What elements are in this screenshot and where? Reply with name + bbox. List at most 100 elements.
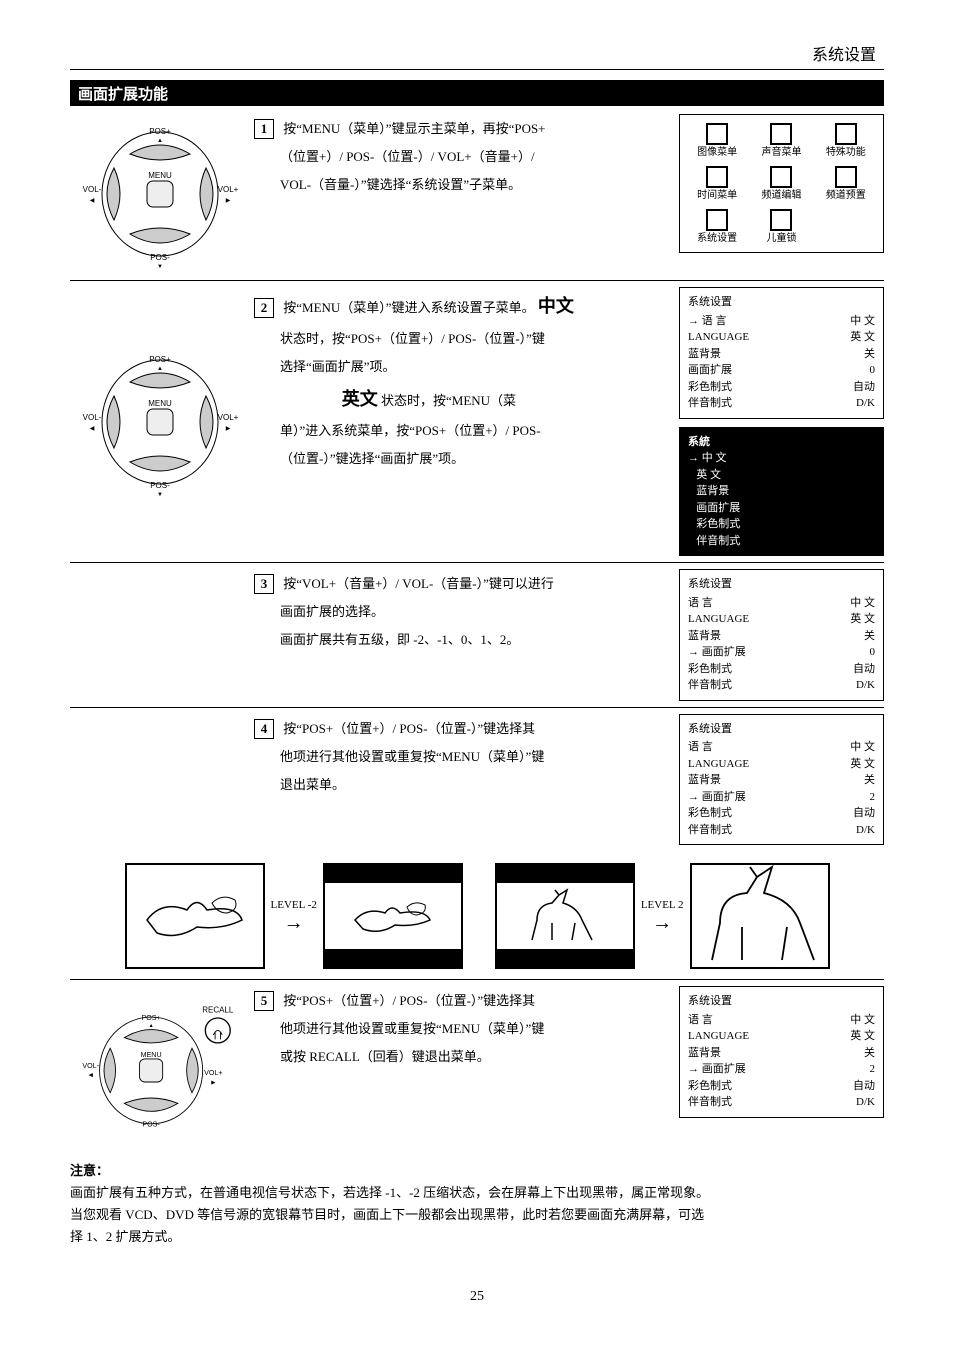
svg-text:POS+: POS+ [149,355,171,364]
svg-text:VOL+: VOL+ [204,1069,222,1077]
menu-item: 特殊功能 [819,123,873,158]
menu-item-label: 图像菜单 [697,147,737,158]
osd-row-r: 英 文 [850,756,875,773]
step1-line2: （位置+）/ POS-（位置-）/ VOL+（音量+）/ [254,146,669,168]
osd-item: 画面扩展 [696,502,740,514]
osd-row-l: 彩色制式 [688,379,732,396]
osd-title: 系统设置 [688,993,875,1010]
svg-text:▲: ▲ [157,366,163,372]
arrow-right-icon: → [284,913,304,933]
recall-label: RECALL [202,1006,234,1015]
step4-line2: 他项进行其他设置或重复按“MENU（菜单）”键 [254,746,669,768]
svg-text:▲: ▲ [157,138,163,144]
level-minus2-label: LEVEL -2 [271,899,317,911]
system-submenu-osd: 系統 → 中 文 英 文 蓝背景 画面扩展 彩色制式 伴音制式 [679,427,884,557]
note-block: 注意： 画面扩展有五种方式，在普通电视信号状态下，若选择 -1、-2 压缩状态，… [70,1160,884,1248]
osd-item: 彩色制式 [696,518,740,530]
osd-row-l: 彩色制式 [688,661,732,678]
osd-row-r: 关 [864,346,875,363]
arrow-right-icon: → [652,913,672,933]
osd-row-l: 蓝背景 [688,772,721,789]
english-label: 英文 [342,389,378,409]
osd-row-l: LANGUAGE [688,329,749,346]
svg-text:VOL-: VOL- [83,413,102,422]
osd-row-r: D/K [856,1094,875,1111]
osd-item: 伴音制式 [696,535,740,547]
step-number: 3 [254,574,274,594]
step1-line3: VOL-（音量-）”键选择“系统设置”子菜单。 [254,174,669,196]
osd-row-l: → 画面扩展 [688,1061,746,1078]
step-number: 5 [254,991,274,1011]
menu-item: 图像菜单 [690,123,744,158]
osd-row-r: 中 文 [850,595,875,612]
osd-row-l: 彩色制式 [688,805,732,822]
svg-text:◀: ◀ [90,426,95,432]
header-title: 系统设置 [812,41,876,65]
pos-plus-label: POS+ [149,127,171,136]
tv-frame-zoomed [690,863,830,969]
step-5-row: POS+ ▲ POS- VOL- ◀ VOL+ ▶ MENU RECALL 5 … [70,979,884,1146]
osd-row-r: 英 文 [850,329,875,346]
system-settings-osd: 系统设置 → 语 言中 文 LANGUAGE英 文 蓝背景关 画面扩展0 彩色制… [679,287,884,419]
note-line3: 择 1、2 扩展方式。 [70,1226,884,1248]
step2-line2: 状态时，按“POS+（位置+）/ POS-（位置-）”键 [254,328,669,350]
level-plus2-label: LEVEL 2 [641,899,684,911]
osd-row-r: 2 [870,789,876,806]
page-header: 系统设置 [70,40,884,70]
osd-row-l: LANGUAGE [688,756,749,773]
osd-row-l: → 画面扩展 [688,789,746,806]
svg-text:▼: ▼ [157,492,163,498]
svg-text:▲: ▲ [148,1023,153,1029]
osd-row-l: → 语 言 [688,313,727,330]
menu-item-label: 时间菜单 [697,190,737,201]
step5-line1: 按“POS+（位置+）/ POS-（位置-）”键选择其 [283,993,535,1008]
system-settings-osd: 系统设置 语 言中 文 LANGUAGE英 文 蓝背景关 → 画面扩展0 彩色制… [679,569,884,701]
menu-item: 频道编辑 [754,166,808,201]
menu-item-label: 频道编辑 [761,190,801,201]
chinese-label: 中文 [538,296,574,316]
zoom-arrow: LEVEL 2 → [641,899,684,933]
tv-frame-letterbox [323,863,463,969]
note-title: 注意： [70,1163,109,1178]
zoom-arrow: LEVEL -2 → [271,899,317,933]
section-title-bar: 画面扩展功能 [70,80,884,106]
osd-row-l: 伴音制式 [688,395,732,412]
svg-text:MENU: MENU [148,399,172,408]
menu-item-label: 频道预置 [826,190,866,201]
osd-row-r: 中 文 [850,739,875,756]
osd-row-r: D/K [856,822,875,839]
menu-item-label: 特殊功能 [826,147,866,158]
osd-row-r: 2 [870,1061,876,1078]
svg-text:◀: ◀ [90,198,95,204]
osd-row-r: 中 文 [850,1012,875,1029]
step-3-row: 3 按“VOL+（音量+）/ VOL-（音量-）”键可以进行 画面扩展的选择。 … [70,562,884,701]
svg-text:POS+: POS+ [142,1014,161,1022]
pos-minus-label: POS- [150,253,170,262]
step2-line4: 单）”进入系统菜单，按“POS+（位置+）/ POS- [254,420,669,442]
menu-item: 儿童锁 [754,209,808,244]
svg-text:POS-: POS- [150,481,170,490]
menu-item-label: 声音菜单 [761,147,801,158]
menu-item: 系统设置 [690,209,744,244]
step3-line3: 画面扩展共有五级，即 -2、-1、0、1、2。 [254,629,669,651]
step3-line1: 按“VOL+（音量+）/ VOL-（音量-）”键可以进行 [283,576,554,591]
osd-row-r: 自动 [853,805,875,822]
svg-text:▶: ▶ [211,1080,215,1086]
tv-frame-normal [125,863,265,969]
osd-row-l: LANGUAGE [688,611,749,628]
svg-text:▶: ▶ [226,198,231,204]
step-1-row: ▲ POS+ POS- ▼ VOL- ◀ VOL+ ▶ MENU 1 按“MEN… [70,114,884,274]
svg-text:MENU: MENU [141,1051,162,1059]
step2-line5: （位置-）”键选择“画面扩展”项。 [254,448,669,470]
dpad-recall-icon: POS+ ▲ POS- VOL- ◀ VOL+ ▶ MENU RECALL [80,986,240,1146]
step-number: 1 [254,119,274,139]
bird-icon [127,865,265,969]
step-number: 4 [254,719,274,739]
step4-line1: 按“POS+（位置+）/ POS-（位置-）”键选择其 [283,721,535,736]
menu-item: 时间菜单 [690,166,744,201]
osd-row-l: 彩色制式 [688,1078,732,1095]
step1-line1: 按“MENU（菜单）”键显示主菜单，再按“POS+ [283,121,545,136]
osd-title: 系统设置 [688,294,875,311]
svg-text:VOL+: VOL+ [218,413,239,422]
step2-line1a: 按“MENU（菜单）”键进入系统设置子菜单。 [283,300,534,315]
